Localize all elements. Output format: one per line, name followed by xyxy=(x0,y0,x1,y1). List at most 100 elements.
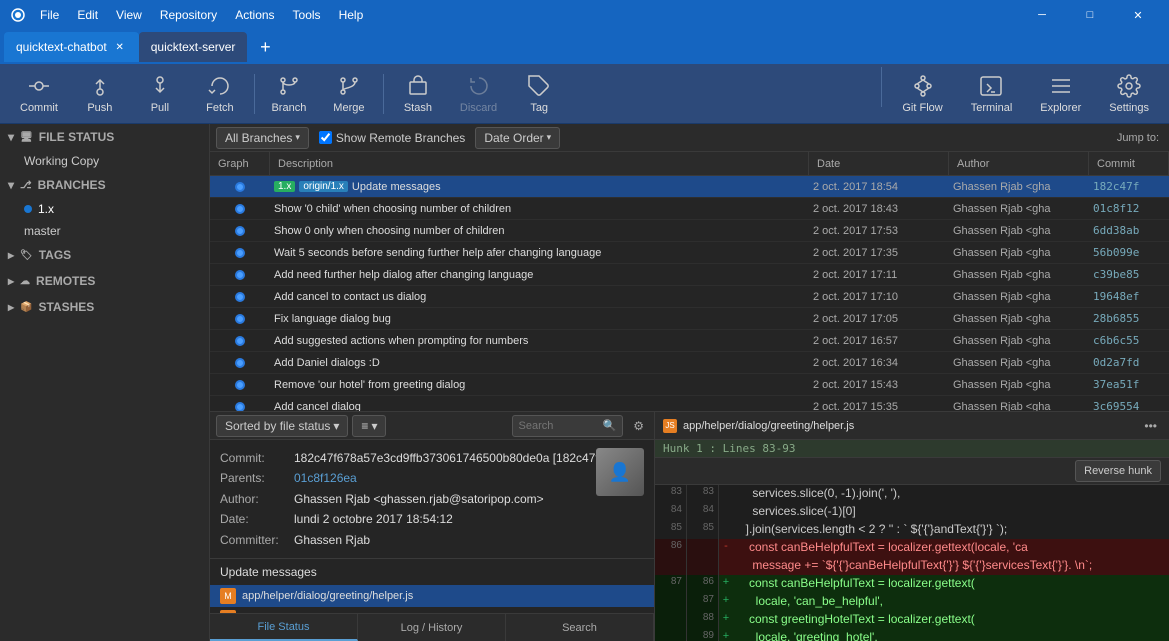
commit-date: 2 oct. 2017 17:11 xyxy=(809,269,949,281)
commit-info-author: Author: Ghassen Rjab <ghassen.rjab@sator… xyxy=(220,489,644,509)
diff-line-num-new: 87 xyxy=(687,593,719,611)
commit-desc-cell: Show 0 only when choosing number of chil… xyxy=(270,225,809,237)
commit-author: Ghassen Rjab <gha xyxy=(949,335,1089,347)
commit-row[interactable]: Fix language dialog bug 2 oct. 2017 17:0… xyxy=(210,308,1169,330)
commit-row[interactable]: Show '0 child' when choosing number of c… xyxy=(210,198,1169,220)
commit-row[interactable]: Add cancel dialog 2 oct. 2017 15:35 Ghas… xyxy=(210,396,1169,411)
tab-quicktext-server[interactable]: quicktext-server xyxy=(139,32,248,62)
commit-message: Update messages xyxy=(210,559,654,585)
settings-icon-bottom[interactable]: ⚙ xyxy=(629,417,648,435)
commit-row[interactable]: Remove 'our hotel' from greeting dialog … xyxy=(210,374,1169,396)
new-tab-button[interactable]: + xyxy=(251,33,279,61)
discard-button[interactable]: Discard xyxy=(448,67,509,121)
diff-marker-added: + xyxy=(719,629,733,641)
sidebar-section-header-remotes[interactable]: ▸ ☁ REMOTES xyxy=(0,268,209,294)
commit-row[interactable]: Add need further help dialog after chang… xyxy=(210,264,1169,286)
commit-dot xyxy=(235,402,245,412)
all-branches-dropdown[interactable]: All Branches ▾ xyxy=(216,127,309,149)
diff-line-content: services.slice(0, -1).join(', '), xyxy=(733,485,1169,503)
show-remote-label: Show Remote Branches xyxy=(336,131,465,145)
diff-filename: app/helper/dialog/greeting/helper.js xyxy=(683,420,1134,432)
sort-by-status-dropdown[interactable]: Sorted by file status ▾ xyxy=(216,415,348,437)
menu-help[interactable]: Help xyxy=(331,6,372,24)
git-flow-button[interactable]: Git Flow xyxy=(890,67,954,121)
commit-graph-cell xyxy=(210,182,270,192)
sidebar-section-header-stashes[interactable]: ▸ 📦 STASHES xyxy=(0,294,209,320)
commit-dot xyxy=(235,314,245,324)
diff-content: 83 83 services.slice(0, -1).join(', '), … xyxy=(655,485,1169,641)
commit-row[interactable]: Wait 5 seconds before sending further he… xyxy=(210,242,1169,264)
commit-row[interactable]: 1.x origin/1.x Update messages 2 oct. 20… xyxy=(210,176,1169,198)
tab-file-status[interactable]: File Status xyxy=(210,614,358,641)
menu-repository[interactable]: Repository xyxy=(152,6,225,24)
sidebar-section-header-file-status[interactable]: ▾ 🖥 FILE STATUS xyxy=(0,124,209,150)
show-remote-checkbox[interactable] xyxy=(319,131,332,144)
chevron-right-icon-stashes: ▸ xyxy=(8,300,14,314)
explorer-button[interactable]: Explorer xyxy=(1028,67,1093,121)
commit-dot xyxy=(235,226,245,236)
diff-line-content: message += `${'{'}canBeHelpfulText{'}'} … xyxy=(733,557,1169,575)
tab-log-history[interactable]: Log / History xyxy=(358,614,506,641)
sidebar-item-branch-1x[interactable]: 1.x xyxy=(0,198,209,220)
fetch-label: Fetch xyxy=(206,102,234,114)
commit-description: Add Daniel dialogs :D xyxy=(274,357,380,369)
commit-row[interactable]: Add suggested actions when prompting for… xyxy=(210,330,1169,352)
commit-row[interactable]: Add Daniel dialogs :D 2 oct. 2017 16:34 … xyxy=(210,352,1169,374)
commit-date: 2 oct. 2017 18:43 xyxy=(809,203,949,215)
menu-edit[interactable]: Edit xyxy=(69,6,106,24)
diff-file-icon: JS xyxy=(663,419,677,433)
fetch-button[interactable]: Fetch xyxy=(190,67,250,121)
tag-label: Tag xyxy=(530,102,548,114)
commit-date: 2 oct. 2017 15:35 xyxy=(809,401,949,412)
tag-button[interactable]: Tag xyxy=(509,67,569,121)
commit-info-parents: Parents: 01c8f126ea xyxy=(220,468,644,488)
diff-actions-bar: Reverse hunk xyxy=(655,458,1169,485)
commit-row[interactable]: Show 0 only when choosing number of chil… xyxy=(210,220,1169,242)
push-button[interactable]: Push xyxy=(70,67,130,121)
tab-search[interactable]: Search xyxy=(506,614,654,641)
tab-quicktext-chatbot[interactable]: quicktext-chatbot ✕ xyxy=(4,32,139,62)
menu-file[interactable]: File xyxy=(32,6,67,24)
stash-button[interactable]: Stash xyxy=(388,67,448,121)
maximize-button[interactable]: □ xyxy=(1067,0,1113,30)
commit-graph-cell xyxy=(210,336,270,346)
close-button[interactable]: ✕ xyxy=(1115,0,1161,30)
commit-dot xyxy=(235,248,245,258)
minimize-button[interactable]: ─ xyxy=(1019,0,1065,30)
view-options-button[interactable]: ≡ ▾ xyxy=(352,415,386,437)
menu-tools[interactable]: Tools xyxy=(285,6,329,24)
file-search-input[interactable] xyxy=(519,420,599,432)
file-item[interactable]: M app/helper/dialog/greeting/helper.js xyxy=(210,585,654,607)
pull-button[interactable]: Pull xyxy=(130,67,190,121)
merge-button[interactable]: Merge xyxy=(319,67,379,121)
menu-actions[interactable]: Actions xyxy=(227,6,282,24)
commit-button[interactable]: Commit xyxy=(8,67,70,121)
file-status-section-label: FILE STATUS xyxy=(39,130,115,144)
monitor-icon: 🖥 xyxy=(20,132,33,143)
merge-label: Merge xyxy=(333,102,364,114)
sidebar-item-working-copy[interactable]: Working Copy xyxy=(0,150,209,172)
diff-menu-button[interactable]: ••• xyxy=(1140,417,1161,435)
commit-date: 2 oct. 2017 17:53 xyxy=(809,225,949,237)
terminal-button[interactable]: Terminal xyxy=(959,67,1025,121)
reverse-hunk-button[interactable]: Reverse hunk xyxy=(1075,460,1161,482)
diff-hunk-header: Hunk 1 : Lines 83-93 xyxy=(655,440,1169,458)
parents-value[interactable]: 01c8f126ea xyxy=(294,468,357,488)
commit-description: Wait 5 seconds before sending further he… xyxy=(274,247,601,259)
commit-value: 182c47f678a57e3cd9ffb373061746500b80de0a… xyxy=(294,448,602,468)
tab-close-chatbot[interactable]: ✕ xyxy=(113,40,127,54)
commit-description: Add cancel dialog xyxy=(274,401,361,412)
commit-author: Ghassen Rjab <gha xyxy=(949,357,1089,369)
sidebar-section-header-branches[interactable]: ▾ ⎇ BRANCHES xyxy=(0,172,209,198)
menu-view[interactable]: View xyxy=(108,6,150,24)
commit-row[interactable]: Add cancel to contact us dialog 2 oct. 2… xyxy=(210,286,1169,308)
branch-button[interactable]: Branch xyxy=(259,67,319,121)
diff-line-num-old xyxy=(655,629,687,641)
sidebar-item-branch-master[interactable]: master xyxy=(0,220,209,242)
date-order-dropdown[interactable]: Date Order ▾ xyxy=(475,127,560,149)
settings-button[interactable]: Settings xyxy=(1097,67,1161,121)
commit-hash: 182c47f xyxy=(1089,180,1169,193)
diff-line-num-old: 87 xyxy=(655,575,687,593)
sidebar-section-header-tags[interactable]: ▸ 🏷 TAGS xyxy=(0,242,209,268)
show-remote-checkbox-label[interactable]: Show Remote Branches xyxy=(313,129,471,147)
